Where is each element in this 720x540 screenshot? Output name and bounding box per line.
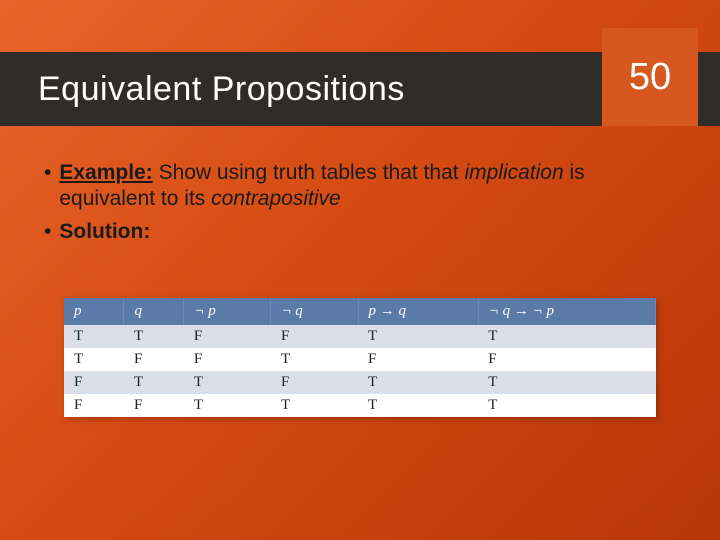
bullet-example: • Example: Show using truth tables that … — [44, 160, 676, 213]
table-row: F T T F T T — [64, 371, 656, 394]
col-impl: p → q — [358, 298, 478, 325]
content-area: • Example: Show using truth tables that … — [44, 160, 676, 251]
page-number: 50 — [629, 56, 671, 99]
col-p: p — [64, 298, 124, 325]
example-label: Example: — [59, 161, 152, 184]
bullet-example-text: Example: Show using truth tables that th… — [59, 160, 676, 213]
col-contra: ¬ q → ¬ p — [478, 298, 655, 325]
col-not-p: ¬ p — [184, 298, 271, 325]
slide-title: Equivalent Propositions — [0, 70, 405, 109]
bullet-dot-icon: • — [44, 160, 51, 213]
table-header-row: p q ¬ p ¬ q p → q ¬ q → ¬ p — [64, 298, 656, 325]
table-row: T T F F T T — [64, 325, 656, 348]
table-row: F F T T T T — [64, 394, 656, 417]
bullet-dot-icon: • — [44, 219, 51, 245]
bullet-solution: • Solution: — [44, 219, 676, 245]
col-q: q — [124, 298, 184, 325]
col-not-q: ¬ q — [271, 298, 358, 325]
truth-table: p q ¬ p ¬ q p → q ¬ q → ¬ p T T F F T T … — [64, 298, 656, 417]
page-number-box: 50 — [602, 28, 698, 126]
table-row: T F F T F F — [64, 348, 656, 371]
solution-label: Solution: — [59, 219, 150, 245]
